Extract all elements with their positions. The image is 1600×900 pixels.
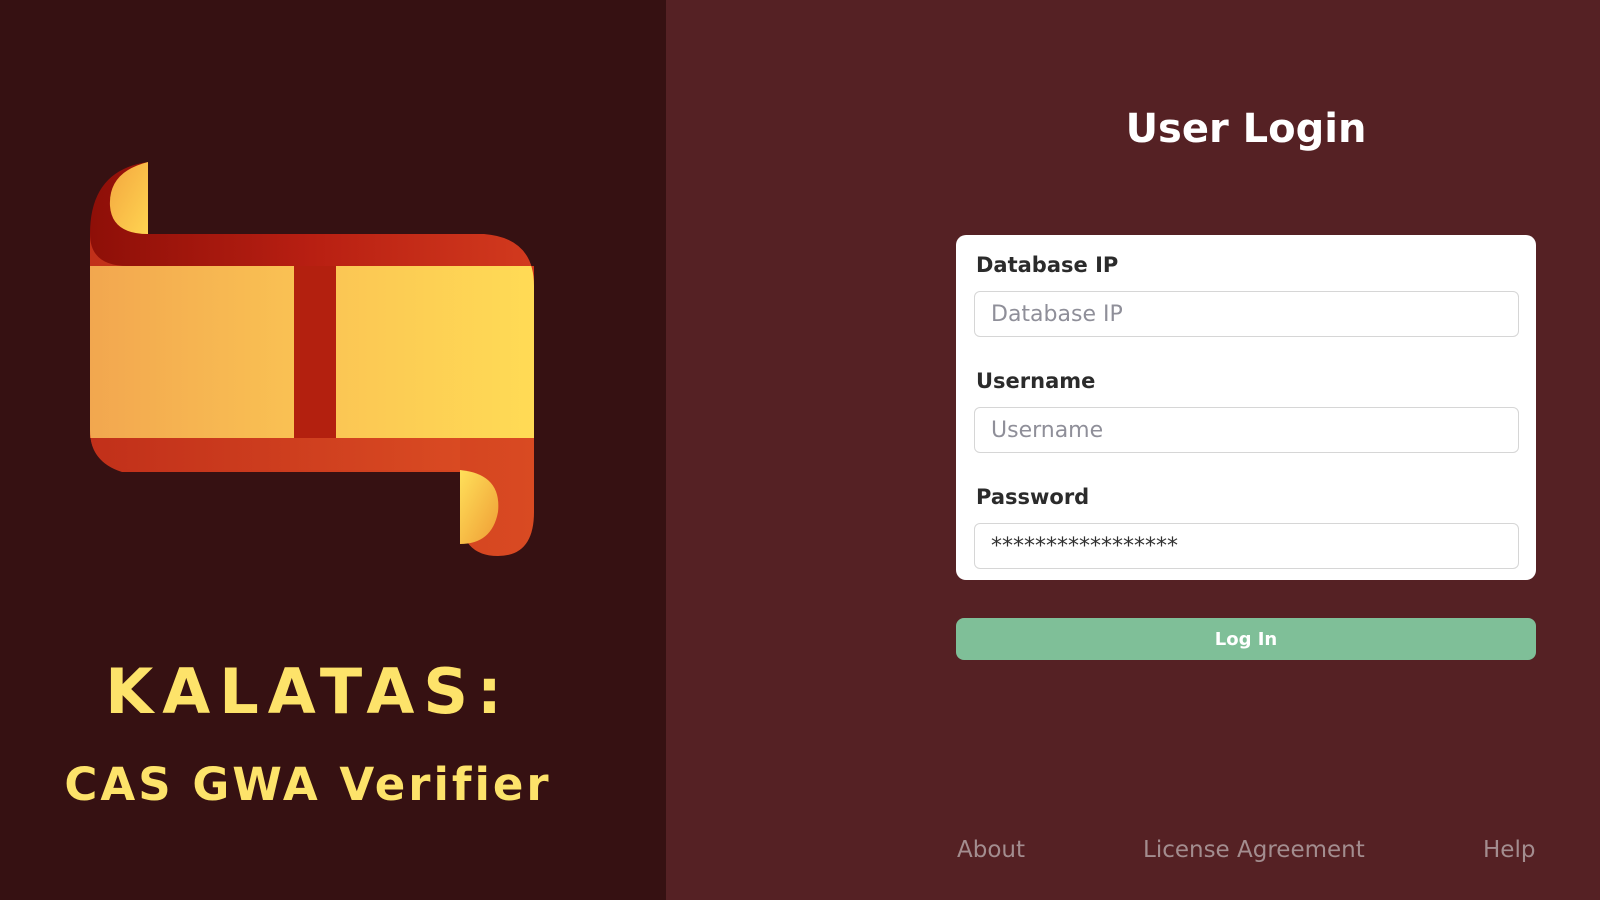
about-link[interactable]: About <box>957 834 1025 866</box>
branding-panel: KALATAS: CAS GWA Verifier <box>0 0 666 900</box>
password-label: Password <box>976 485 1090 509</box>
database-ip-label: Database IP <box>976 253 1119 277</box>
scroll-icon <box>90 162 534 556</box>
help-link[interactable]: Help <box>1483 834 1535 866</box>
license-agreement-link[interactable]: License Agreement <box>1143 834 1365 866</box>
database-ip-input[interactable] <box>974 291 1519 337</box>
password-input[interactable] <box>974 523 1519 569</box>
app-title: KALATAS: <box>105 655 511 728</box>
login-button[interactable]: Log In <box>956 618 1536 660</box>
login-heading: User Login <box>1125 106 1367 152</box>
username-label: Username <box>976 369 1096 393</box>
app-subtitle: CAS GWA Verifier <box>64 758 552 811</box>
login-form-card: Database IP Username Password <box>956 235 1536 580</box>
login-window: KALATAS: CAS GWA Verifier User Login Dat… <box>0 0 1600 900</box>
username-input[interactable] <box>974 407 1519 453</box>
login-panel: User Login Database IP Username Password… <box>666 0 1600 900</box>
